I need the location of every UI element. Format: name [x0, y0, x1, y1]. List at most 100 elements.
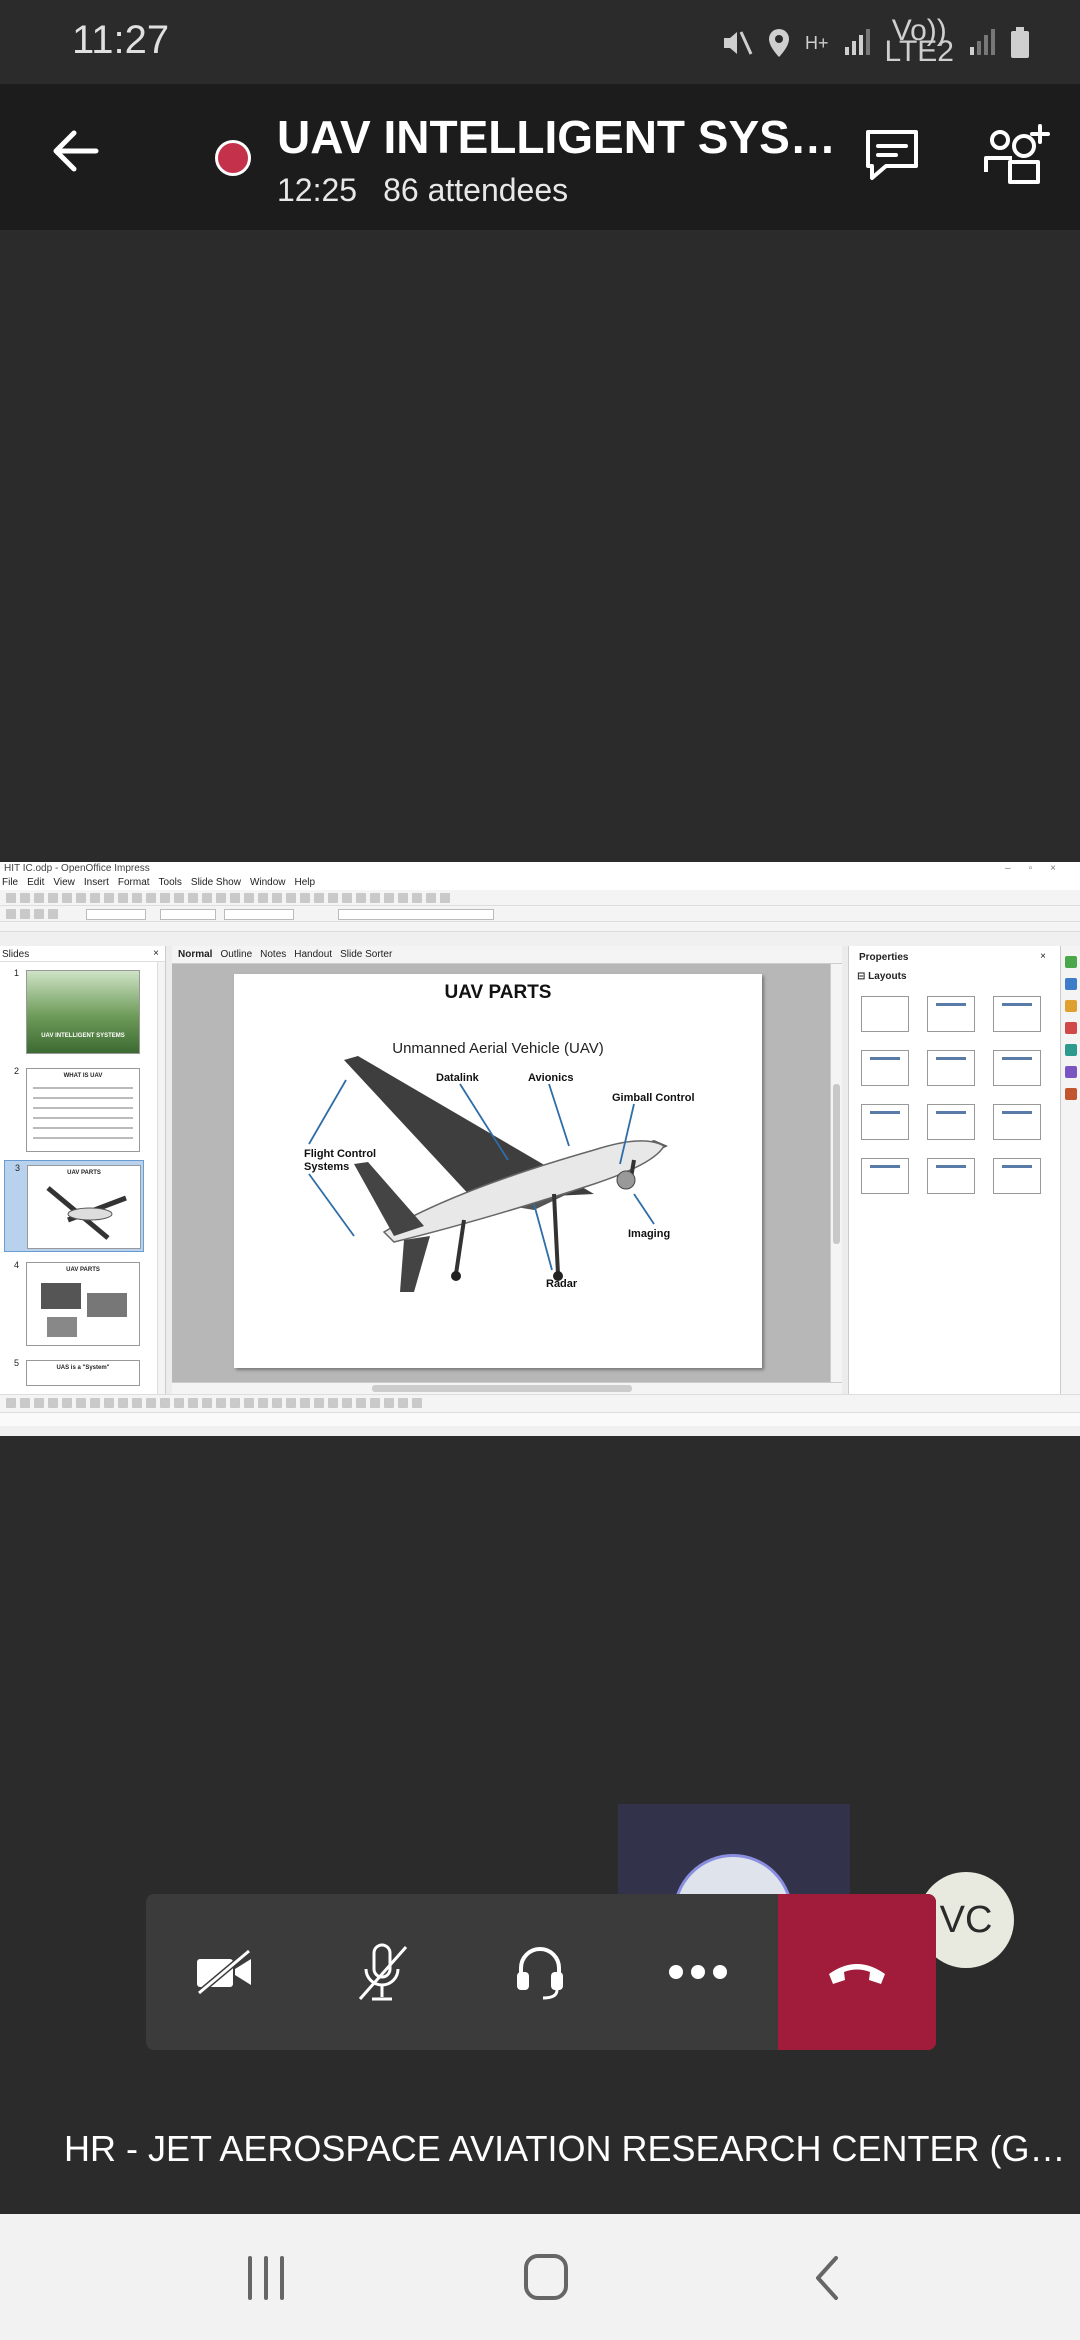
menu-help[interactable]: Help [295, 876, 316, 890]
layouts-section[interactable]: ⊟ Layouts [849, 969, 1060, 984]
home-icon[interactable] [516, 2250, 576, 2306]
slide-vertical-scrollbar[interactable] [830, 964, 842, 1382]
properties-title: Properties [859, 952, 909, 963]
thumbnail-image: UAV INTELLIGENT SYSTEMS [26, 970, 140, 1054]
layout-option[interactable] [861, 1050, 909, 1086]
slide-transition-icon[interactable] [1064, 978, 1077, 990]
impress-workspace: Slides × 1 UAV INTELLIGENT SYSTEMS 2 WHA… [0, 946, 1080, 1394]
layout-option[interactable] [927, 1104, 975, 1140]
layout-option[interactable] [861, 1104, 909, 1140]
app-status-bar [0, 1412, 1080, 1426]
toolbar-field[interactable] [338, 909, 494, 920]
attendee-count: 86 attendees [383, 172, 569, 208]
thumbnail-number: 2 [14, 1066, 20, 1076]
gallery-icon[interactable] [1064, 1066, 1077, 1078]
recording-indicator [215, 140, 251, 176]
drone-thumbnail-icon [46, 1186, 127, 1240]
styles-icon[interactable] [1064, 1044, 1077, 1056]
toolbar-field[interactable] [86, 909, 146, 920]
menu-bar: File Edit View Insert Format Tools Slide… [0, 876, 1080, 890]
phone-hangup-icon [829, 1964, 885, 1984]
more-icon [669, 1965, 727, 1979]
menu-file[interactable]: File [2, 876, 18, 890]
slide-thumbnail-4[interactable]: 4 UAV PARTS [4, 1258, 144, 1350]
call-controls [146, 1894, 936, 2050]
chat-icon[interactable] [860, 124, 924, 188]
label-imaging: Imaging [628, 1228, 671, 1240]
more-options-button[interactable] [620, 1894, 776, 2050]
thumbnail-title: UAV PARTS [67, 1170, 101, 1176]
window-titlebar: HIT IC.odp - OpenOffice Impress –▫× [0, 862, 1080, 876]
layout-option[interactable] [927, 996, 975, 1032]
layout-option[interactable] [993, 1158, 1041, 1194]
drawing-toolbar [0, 1394, 1080, 1412]
camera-button[interactable] [146, 1894, 302, 2050]
menu-insert[interactable]: Insert [84, 876, 109, 890]
microphone-off-icon [358, 1943, 408, 2001]
tab-normal[interactable]: Normal [178, 946, 212, 963]
toolbar-field[interactable] [224, 909, 294, 920]
format-toolbar [0, 906, 1080, 922]
navigator-icon[interactable] [1064, 1088, 1077, 1100]
layout-option[interactable] [861, 996, 909, 1032]
layout-option[interactable] [927, 1158, 975, 1194]
menu-format[interactable]: Format [118, 876, 150, 890]
volte-label: Vo)) LTE2 [884, 14, 954, 68]
thumbnail-number: 4 [14, 1260, 20, 1270]
slide-thumbnail-1[interactable]: 1 UAV INTELLIGENT SYSTEMS [4, 966, 144, 1058]
close-icon[interactable]: × [1040, 951, 1046, 962]
network-type: H+ [805, 33, 829, 53]
recent-apps-icon[interactable] [236, 2250, 296, 2306]
thumbnail-title: UAV INTELLIGENT SYSTEMS [41, 1033, 125, 1039]
slide-horizontal-scrollbar[interactable] [172, 1382, 842, 1394]
close-icon[interactable]: × [153, 948, 159, 959]
layout-option[interactable] [993, 996, 1041, 1032]
menu-slideshow[interactable]: Slide Show [191, 876, 241, 890]
teams-meeting-screen: 11:27 H+ Vo)) LTE2 UAV INTELLIGENT SYST..… [0, 0, 1080, 2340]
meeting-header: UAV INTELLIGENT SYST... 12:25 86 attendee… [0, 84, 1080, 230]
menu-view[interactable]: View [53, 876, 75, 890]
layout-option[interactable] [927, 1050, 975, 1086]
meeting-duration: 12:25 [277, 172, 358, 208]
slide-thumbnail-5[interactable]: 5 UAS is a "System" [4, 1356, 144, 1386]
slide-thumbnail-2[interactable]: 2 WHAT IS UAV [4, 1064, 144, 1156]
toolbar-icons[interactable] [6, 893, 450, 903]
layout-option[interactable] [993, 1104, 1041, 1140]
parts-thumbnail-icon [41, 1283, 127, 1337]
meeting-title[interactable]: UAV INTELLIGENT SYST... [277, 110, 837, 164]
animation-icon[interactable] [1064, 1000, 1077, 1012]
menu-tools[interactable]: Tools [159, 876, 182, 890]
current-slide[interactable]: UAV PARTS Unmanned Aerial Vehicle (UAV) … [234, 974, 762, 1368]
battery-icon [1011, 27, 1029, 58]
participant-tile[interactable] [618, 1804, 850, 1894]
sidebar-deck [1060, 946, 1080, 1394]
toolbar-field[interactable] [160, 909, 216, 920]
system-navigation-bar [0, 2214, 1080, 2340]
tab-slide-sorter[interactable]: Slide Sorter [340, 946, 392, 963]
microphone-button[interactable] [304, 1894, 460, 2050]
tab-handout[interactable]: Handout [294, 946, 332, 963]
audio-device-button[interactable] [462, 1894, 618, 2050]
format-toolbar-icons[interactable] [6, 909, 58, 919]
tab-outline[interactable]: Outline [220, 946, 252, 963]
master-pages-icon[interactable] [1064, 1022, 1077, 1034]
back-icon[interactable] [798, 2250, 858, 2306]
slide-thumbnail-3[interactable]: 3 UAV PARTS [4, 1160, 144, 1252]
camera-off-icon [197, 1948, 251, 1996]
layout-option[interactable] [993, 1050, 1041, 1086]
status-time: 11:27 [72, 18, 170, 62]
drawing-toolbar-icons[interactable] [6, 1398, 422, 1408]
properties-deck-icon[interactable] [1064, 956, 1077, 968]
menu-window[interactable]: Window [250, 876, 286, 890]
back-arrow-icon[interactable] [48, 124, 102, 178]
menu-edit[interactable]: Edit [27, 876, 44, 890]
add-people-icon[interactable] [980, 124, 1052, 188]
layout-option[interactable] [861, 1158, 909, 1194]
thumbnail-image: UAV PARTS [26, 1262, 140, 1346]
slides-scrollbar[interactable] [157, 962, 165, 1394]
status-icons: H+ Vo)) LTE2 [721, 14, 1030, 68]
window-title: HIT IC.odp - OpenOffice Impress [4, 863, 150, 874]
hang-up-button[interactable] [778, 1894, 936, 2050]
tab-notes[interactable]: Notes [260, 946, 286, 963]
window-controls: –▫× [1005, 863, 1074, 874]
